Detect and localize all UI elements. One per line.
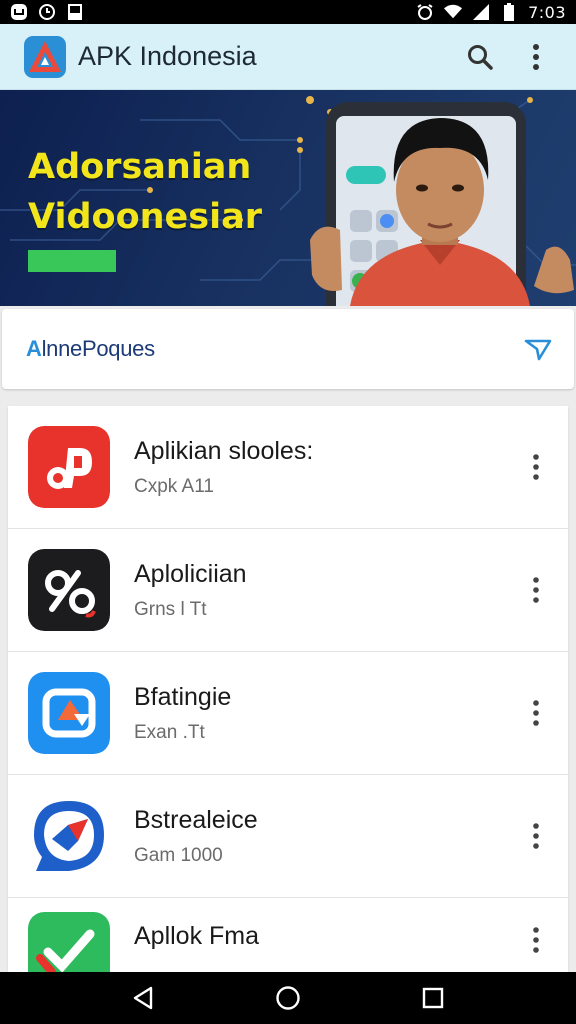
app-info: Aplikian slooles: Cxpk A11 xyxy=(134,437,520,498)
system-nav-bar xyxy=(0,972,576,1024)
search-icon xyxy=(468,44,493,70)
app-more-button[interactable] xyxy=(520,814,552,858)
banner-cta-button[interactable] xyxy=(28,250,116,272)
category-filter-card[interactable]: AlnnePoques xyxy=(2,309,574,389)
app-name: Bstrealeice xyxy=(134,805,258,834)
more-vertical-icon xyxy=(533,927,539,953)
app-meta: Grns l Tt xyxy=(134,598,207,620)
filter-label: AlnnePoques xyxy=(26,336,524,362)
notification-app-icon xyxy=(10,3,28,21)
banner-person-phone-image xyxy=(310,102,574,306)
app-list-item[interactable]: Aplikian slooles: Cxpk A11 xyxy=(8,406,568,529)
clock-icon xyxy=(38,3,56,21)
more-vertical-icon xyxy=(533,43,539,70)
cell-signal-icon xyxy=(472,3,490,21)
filter-label-prefix: A xyxy=(26,336,42,361)
back-button[interactable] xyxy=(118,976,168,1020)
app-more-button[interactable] xyxy=(520,691,552,735)
app-title: APK Indonesia xyxy=(78,41,257,71)
home-circle-icon xyxy=(276,986,300,1010)
filter-funnel-icon[interactable] xyxy=(524,335,552,363)
app-name: Aplikian slooles: xyxy=(134,436,314,465)
more-vertical-icon xyxy=(533,577,539,603)
more-vertical-icon xyxy=(533,700,539,726)
overflow-menu-button[interactable] xyxy=(514,35,558,79)
app-info: Bfatingie Exan .Tt xyxy=(134,683,520,744)
wifi-icon xyxy=(444,3,463,21)
app-info: Aploliciian Grns l Tt xyxy=(134,560,520,621)
app-meta: Exan .Tt xyxy=(134,721,205,743)
app-list: Aplikian slooles: Cxpk A11 Aploliciian G… xyxy=(8,406,568,972)
promo-banner[interactable]: Adorsanian Vidoonesiar xyxy=(0,90,576,306)
banner-headline: Adorsanian Vidoonesiar xyxy=(28,142,318,242)
recents-square-icon xyxy=(423,987,444,1009)
apk-logo-icon xyxy=(24,35,66,78)
app-bar: APK Indonesia xyxy=(0,24,576,90)
banner-line-2: Vidoonesiar xyxy=(28,197,262,237)
status-left xyxy=(10,3,84,21)
app-icon-blue-shield xyxy=(28,795,110,877)
app-more-button[interactable] xyxy=(520,918,552,962)
app-icon-red-p xyxy=(28,426,110,508)
more-vertical-icon xyxy=(533,823,539,849)
status-right: 7:03 xyxy=(416,3,566,22)
app-meta: Gam 1000 xyxy=(134,844,223,866)
app-info: Apllok Fma xyxy=(134,912,520,951)
home-button[interactable] xyxy=(263,976,313,1020)
image-notification-icon xyxy=(66,3,84,21)
app-more-button[interactable] xyxy=(520,568,552,612)
more-vertical-icon xyxy=(533,454,539,480)
app-list-item[interactable]: Bfatingie Exan .Tt xyxy=(8,652,568,775)
app-icon-green-check xyxy=(28,912,110,972)
filter-label-text: lnnePoques xyxy=(41,336,156,361)
app-name: Apllok Fma xyxy=(134,922,260,950)
back-triangle-icon xyxy=(133,986,152,1010)
app-meta: Cxpk A11 xyxy=(134,475,214,497)
battery-icon xyxy=(500,3,518,21)
app-list-item[interactable]: Bstrealeice Gam 1000 xyxy=(8,775,568,898)
status-time: 7:03 xyxy=(528,2,566,22)
app-name: Aploliciian xyxy=(134,559,247,588)
app-list-item[interactable]: Aploliciian Grns l Tt xyxy=(8,529,568,652)
app-icon-dark-link xyxy=(28,549,110,631)
app-more-button[interactable] xyxy=(520,445,552,489)
search-button[interactable] xyxy=(458,35,502,79)
app-name: Bfatingie xyxy=(134,682,232,711)
status-bar: 7:03 xyxy=(0,0,576,24)
app-info: Bstrealeice Gam 1000 xyxy=(134,806,520,867)
banner-line-1: Adorsanian xyxy=(28,147,252,187)
app-list-item[interactable]: Apllok Fma xyxy=(8,898,568,972)
app-icon-blue-tag xyxy=(28,672,110,754)
alarm-icon xyxy=(416,3,434,21)
recents-button[interactable] xyxy=(408,976,458,1020)
